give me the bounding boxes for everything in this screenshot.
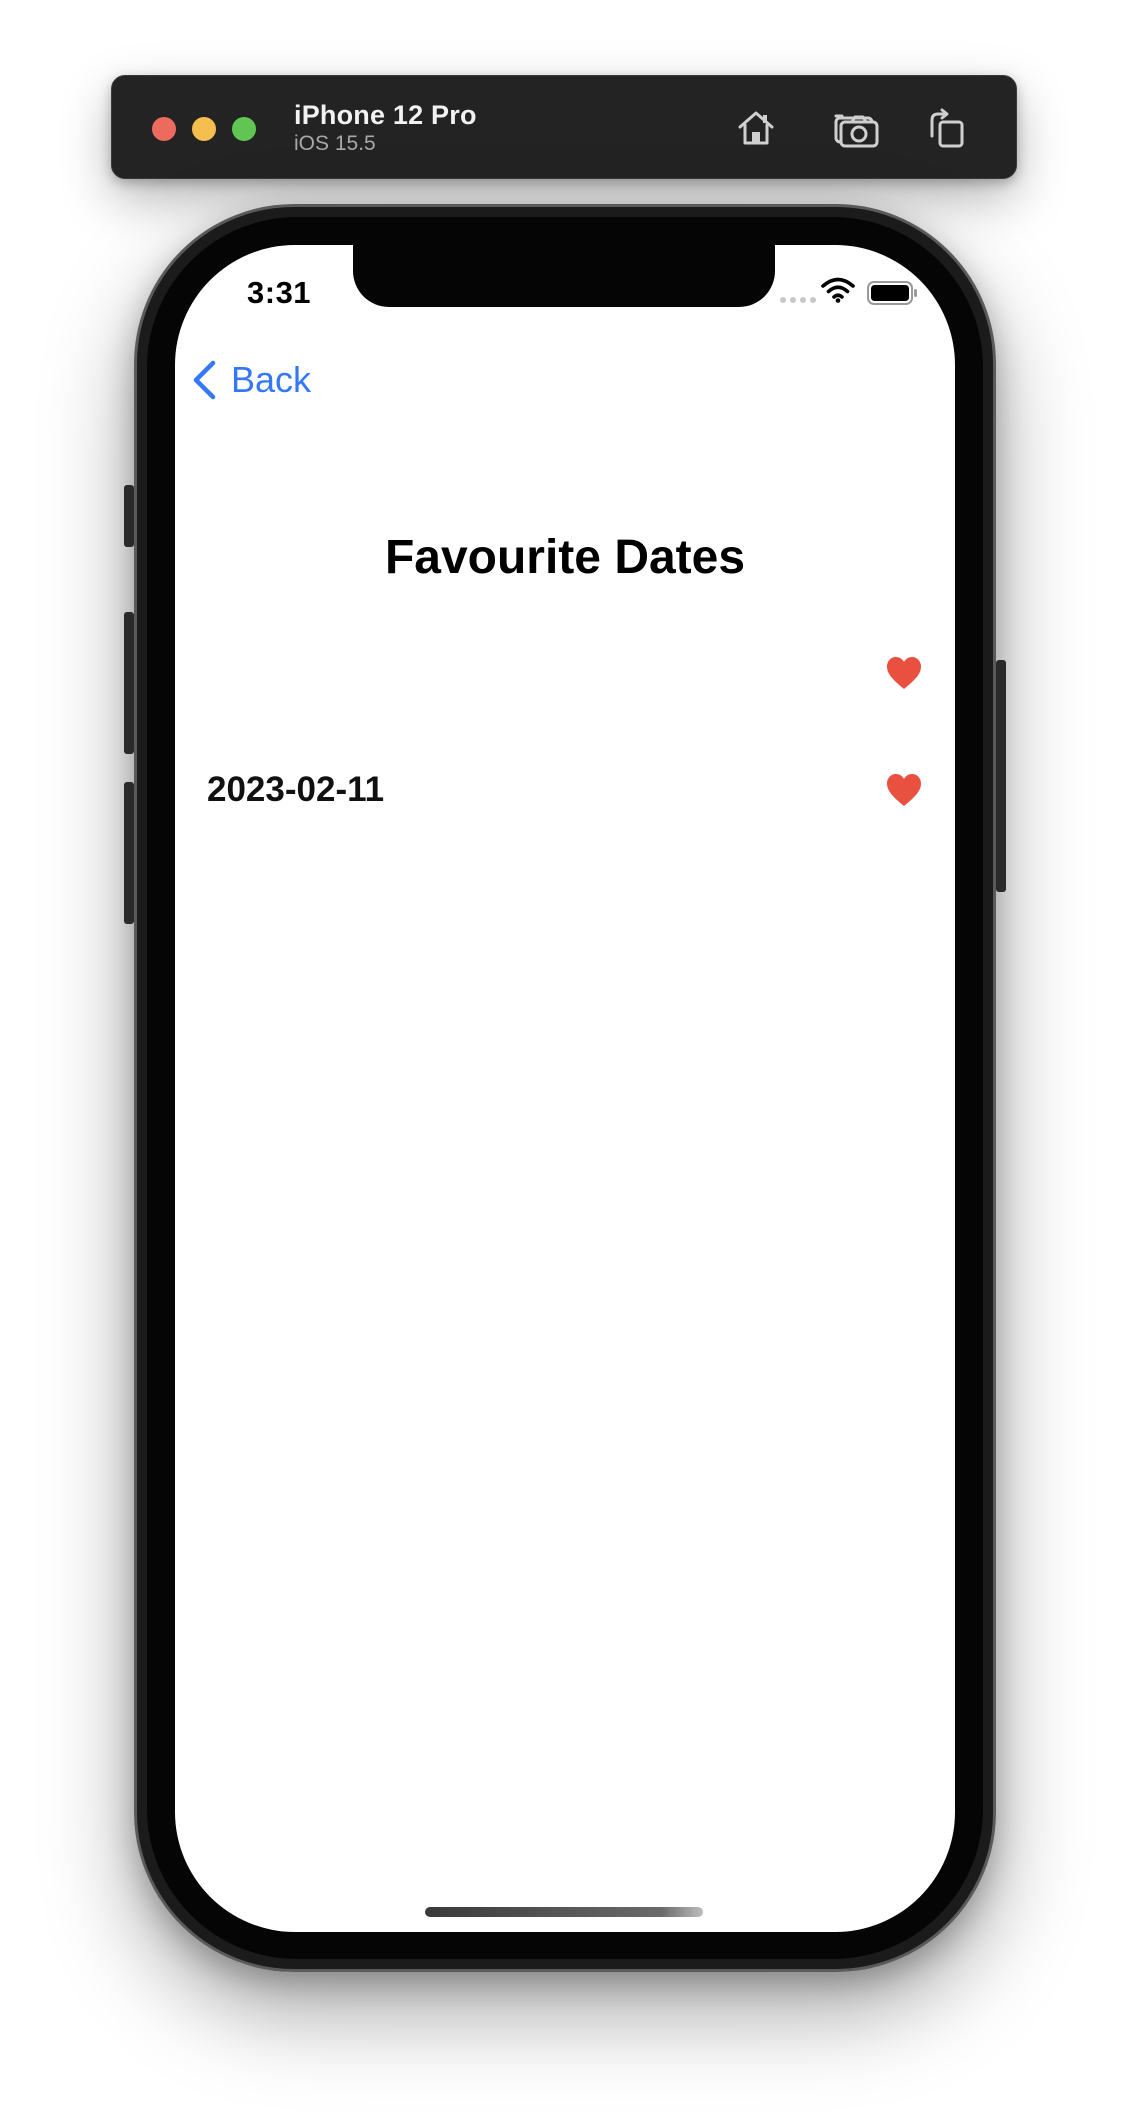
favourite-date-row[interactable]	[207, 645, 923, 705]
silent-switch	[124, 485, 134, 547]
power-button	[996, 660, 1006, 892]
heart-icon[interactable]	[885, 772, 923, 808]
camera-icon	[834, 114, 879, 148]
app-screen: 3:31 Back Favourite Dates 2023-02-11	[175, 245, 955, 1932]
simulator-toolbar: iPhone 12 Pro iOS 15.5	[111, 75, 1017, 179]
notch	[353, 245, 775, 307]
home-indicator[interactable]	[425, 1907, 703, 1917]
date-label: 2023-02-11	[207, 770, 385, 809]
heart-icon[interactable]	[885, 655, 923, 691]
volume-down-button	[124, 782, 134, 924]
page-title: Favourite Dates	[384, 531, 746, 584]
rotate-icon	[930, 108, 964, 148]
back-label: Back	[231, 359, 312, 400]
os-version: iOS 15.5	[294, 132, 376, 155]
favourite-date-row[interactable]: 2023-02-11	[207, 762, 923, 822]
back-button[interactable]: Back	[191, 355, 311, 405]
volume-up-button	[124, 612, 134, 754]
battery-icon	[867, 281, 917, 305]
minimize-window-button[interactable]	[192, 117, 216, 141]
chevron-left-icon	[191, 359, 217, 401]
zoom-window-button[interactable]	[232, 117, 256, 141]
status-time: 3:31	[247, 275, 312, 310]
device-name: iPhone 12 Pro	[294, 100, 477, 130]
home-button[interactable]	[728, 100, 784, 156]
wifi-icon	[821, 277, 855, 303]
screenshot-button[interactable]	[828, 100, 884, 156]
close-window-button[interactable]	[152, 117, 176, 141]
cellular-signal-icon	[780, 297, 816, 303]
rotate-button[interactable]	[918, 100, 974, 156]
house-icon	[738, 111, 774, 145]
simulator-window: iPhone 12 Pro iOS 15.5 3:31 Back Favouri…	[0, 0, 1128, 2124]
